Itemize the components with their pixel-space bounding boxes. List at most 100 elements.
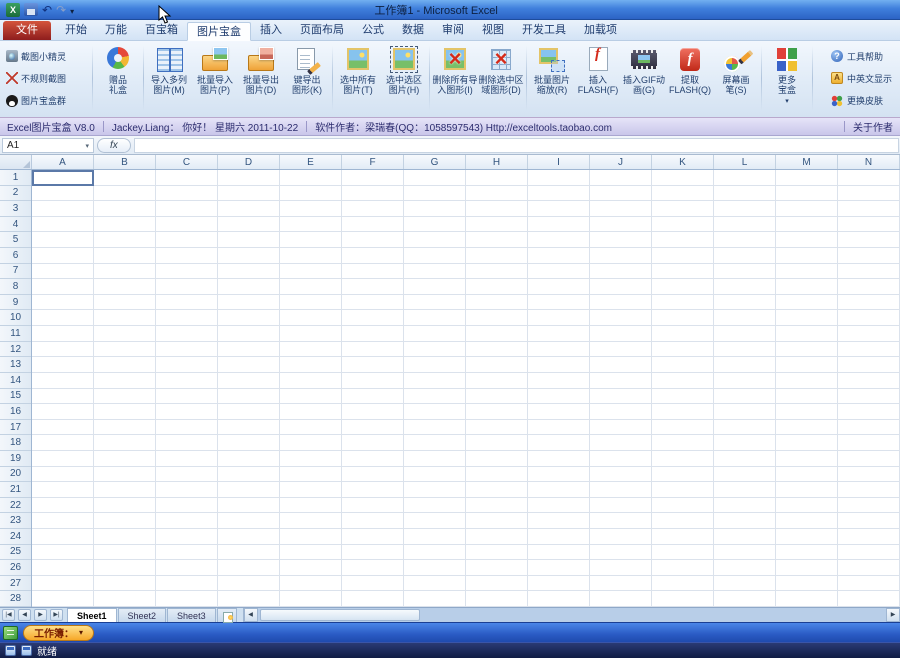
ribbon-button-extract-flash[interactable]: 提取FLASH(Q) [667,43,713,114]
row-header-6[interactable]: 6 [0,248,31,264]
horizontal-scrollbar[interactable] [243,608,900,622]
column-header-H[interactable]: H [466,155,528,169]
column-header-C[interactable]: C [156,155,218,169]
name-box[interactable]: A1 [2,138,94,153]
scroll-right-icon[interactable] [886,608,900,622]
previous-sheet-icon[interactable] [18,609,31,621]
row-header-1[interactable]: 1 [0,170,31,186]
row-header-22[interactable]: 22 [0,498,31,514]
ribbon-tab-12[interactable]: 开发工具 [513,21,575,40]
quick-access-dropdown-icon[interactable] [70,1,74,19]
ribbon-tab-5[interactable]: 图片宝盒 [187,22,251,41]
side-item-3[interactable]: 图片宝盒群 [4,93,90,108]
workbook-icon[interactable] [3,626,18,640]
row-header-9[interactable]: 9 [0,295,31,311]
row-header-20[interactable]: 20 [0,467,31,483]
ribbon-button-batch-import[interactable]: 批量导入图片(P) [192,43,238,114]
column-header-D[interactable]: D [218,155,280,169]
ribbon-tab-10[interactable]: 审阅 [433,21,473,40]
row-header-26[interactable]: 26 [0,560,31,576]
row-header-23[interactable]: 23 [0,513,31,529]
ribbon-button-select-all[interactable]: 选中所有图片(T) [335,43,381,114]
formula-input[interactable] [134,138,899,153]
ribbon-button-screen-pen[interactable]: 屏幕画笔(S) [713,43,759,114]
ribbon-tab-11[interactable]: 视图 [473,21,513,40]
ribbon-button-import-columns[interactable]: 导入多列图片(M) [146,43,192,114]
row-header-5[interactable]: 5 [0,232,31,248]
sheet-tab-sheet2[interactable]: Sheet2 [118,608,167,622]
side-item-2[interactable]: 不规则截图 [4,71,90,86]
column-header-E[interactable]: E [280,155,342,169]
row-header-16[interactable]: 16 [0,404,31,420]
row-header-27[interactable]: 27 [0,576,31,592]
column-header-J[interactable]: J [590,155,652,169]
ribbon-button-more-box[interactable]: 更多宝盒 [764,43,810,114]
ribbon-button-delete-region[interactable]: 删除选中区域图形(D) [478,43,524,114]
row-header-15[interactable]: 15 [0,389,31,405]
row-header-21[interactable]: 21 [0,482,31,498]
insert-function-button[interactable]: fx [97,138,131,153]
row-header-13[interactable]: 13 [0,357,31,373]
last-sheet-icon[interactable] [50,609,63,621]
ribbon-tab-13[interactable]: 加载项 [575,21,626,40]
insert-worksheet-button[interactable] [217,608,237,622]
side-item-1[interactable]: 截图小精灵 [4,49,90,64]
ribbon-tab-9[interactable]: 数据 [393,21,433,40]
ribbon-button-key-export[interactable]: 键导出图形(K) [284,43,330,114]
row-header-2[interactable]: 2 [0,186,31,202]
help-item-3[interactable]: 更换皮肤 [831,94,892,107]
scrollbar-track[interactable] [258,608,886,622]
ribbon-tab-4[interactable]: 百宝箱 [136,21,187,40]
row-header-8[interactable]: 8 [0,279,31,295]
sheet-tab-sheet3[interactable]: Sheet3 [167,608,216,622]
ribbon-button-delete-all[interactable]: 删除所有导入图形(I) [432,43,478,114]
scrollbar-thumb[interactable] [260,609,420,621]
workbook-button[interactable]: 工作簿： [23,625,94,641]
excel-logo-icon[interactable] [6,3,20,17]
name-box-dropdown-icon[interactable] [85,140,89,151]
ribbon-button-insert-gif[interactable]: 插入GIF动画(G) [621,43,667,114]
column-header-G[interactable]: G [404,155,466,169]
help-item-1[interactable]: 工具帮助 [831,50,892,63]
ribbon-button-batch-export[interactable]: 批量导出图片(D) [238,43,284,114]
ribbon-tab-8[interactable]: 公式 [353,21,393,40]
select-all-corner[interactable] [0,155,32,169]
first-sheet-icon[interactable] [2,609,15,621]
save-icon[interactable] [24,3,38,16]
column-header-N[interactable]: N [838,155,900,169]
column-header-L[interactable]: L [714,155,776,169]
column-header-F[interactable]: F [342,155,404,169]
next-sheet-icon[interactable] [34,609,47,621]
row-header-28[interactable]: 28 [0,591,31,607]
row-header-24[interactable]: 24 [0,529,31,545]
ribbon-tab-6[interactable]: 插入 [251,21,291,40]
window-mode-icon-1[interactable] [5,645,16,656]
column-header-B[interactable]: B [94,155,156,169]
redo-icon[interactable] [56,1,66,19]
file-tab[interactable]: 文件 [3,21,51,40]
row-header-19[interactable]: 19 [0,451,31,467]
row-header-17[interactable]: 17 [0,420,31,436]
column-header-K[interactable]: K [652,155,714,169]
row-header-11[interactable]: 11 [0,326,31,342]
row-header-10[interactable]: 10 [0,310,31,326]
row-header-25[interactable]: 25 [0,545,31,561]
ribbon-button-insert-flash[interactable]: 插入FLASH(F) [575,43,621,114]
ribbon-tab-2[interactable]: 开始 [56,21,96,40]
grid-cells[interactable] [32,170,900,607]
row-header-18[interactable]: 18 [0,435,31,451]
help-item-2[interactable]: 中英文显示 [831,72,892,85]
row-header-12[interactable]: 12 [0,342,31,358]
row-header-7[interactable]: 7 [0,264,31,280]
about-author-link[interactable]: 关于作者 [853,119,893,134]
scroll-left-icon[interactable] [244,608,258,622]
column-header-M[interactable]: M [776,155,838,169]
ribbon-button-batch-resize[interactable]: 批量图片缩放(R) [529,43,575,114]
undo-icon[interactable] [42,1,52,19]
row-header-4[interactable]: 4 [0,217,31,233]
column-header-I[interactable]: I [528,155,590,169]
addin-author-link[interactable]: 软件作者：梁瑞春(QQ：1058597543) Http://exceltool… [315,119,612,134]
sheet-tab-sheet1[interactable]: Sheet1 [67,608,117,622]
ribbon-tab-3[interactable]: 万能 [96,21,136,40]
column-header-A[interactable]: A [32,155,94,169]
